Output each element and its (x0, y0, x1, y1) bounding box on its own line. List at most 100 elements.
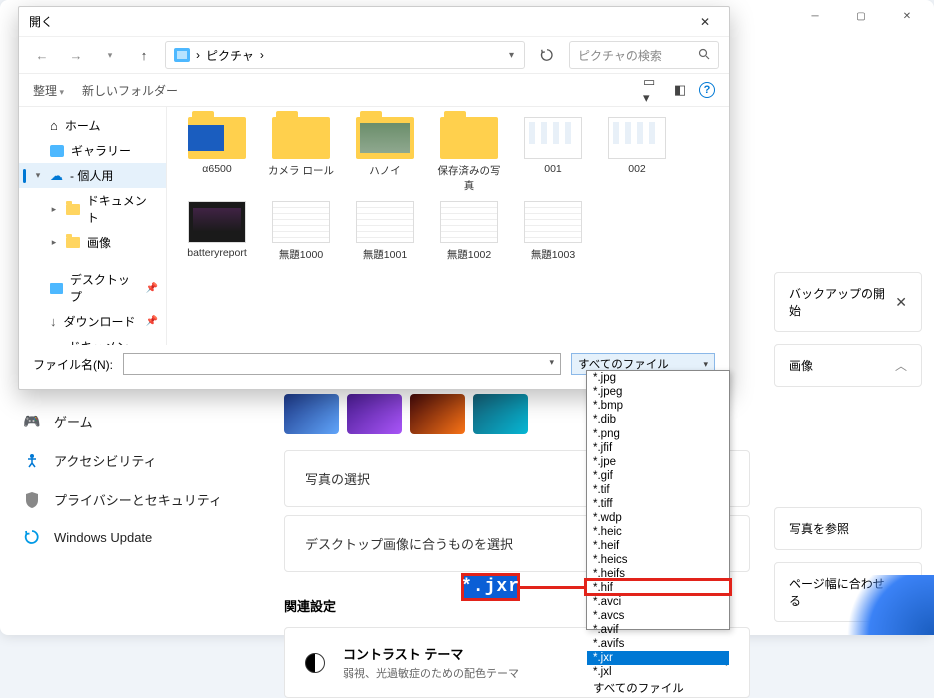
sidebar-item-gaming[interactable]: 🎮 ゲーム (12, 402, 248, 441)
sidebar-label: アクセシビリティ (54, 451, 157, 470)
preview-pane-button[interactable]: ◧ (671, 81, 689, 99)
expand-icon[interactable]: ▸ (49, 237, 59, 248)
collapse-icon[interactable]: ▾ (33, 170, 43, 181)
tree-gallery[interactable]: ギャラリー (19, 138, 166, 163)
sidebar-item-update[interactable]: Windows Update (12, 519, 248, 555)
home-icon: ⌂ (50, 118, 58, 133)
filetype-option[interactable]: *.jpeg (587, 385, 729, 399)
file-item[interactable]: α6500 (181, 117, 253, 193)
new-folder-button[interactable]: 新しいフォルダー (82, 82, 178, 99)
dialog-close-button[interactable]: ✕ (687, 9, 723, 35)
filetype-option[interactable]: *.jxr (587, 651, 729, 665)
file-item[interactable]: 002 (601, 117, 673, 193)
tree-documents2[interactable]: ドキュメント📌 (19, 334, 166, 345)
theme-thumb[interactable] (410, 394, 465, 434)
file-label: α6500 (202, 163, 231, 175)
close-icon[interactable]: ✕ (895, 294, 907, 311)
filetype-option[interactable]: *.wdp (587, 511, 729, 525)
filetype-option[interactable]: *.gif (587, 469, 729, 483)
filetype-option[interactable]: *.heic (587, 525, 729, 539)
file-thumbnail (188, 201, 246, 243)
file-item[interactable]: カメラ ロール (265, 117, 337, 193)
back-button[interactable]: ← (29, 42, 55, 68)
file-item[interactable]: batteryreport (181, 201, 253, 262)
folder-icon (356, 117, 414, 159)
file-label: 無題1000 (279, 247, 323, 262)
filetype-option[interactable]: *.jxl (587, 665, 729, 679)
settings-right-panel: バックアップの開始 ✕ 画像 ︿ 写真を参照 ページ幅に合わせる ﹀ (774, 32, 934, 635)
path-sep: › (260, 48, 264, 62)
folder-tree: ⌂ホーム ギャラリー ▾☁- 個人用 ▸ドキュメント ▸画像 デスクトップ📌 ↓… (19, 107, 167, 345)
tree-personal[interactable]: ▾☁- 個人用 (19, 163, 166, 188)
tree-downloads[interactable]: ↓ダウンロード📌 (19, 309, 166, 334)
file-open-dialog: 開く ✕ ← → ▾ ↑ › ピクチャ › ▾ ピクチャの検索 整理 新しいフォ… (18, 6, 730, 390)
browse-photo-row[interactable]: 写真を参照 (774, 507, 922, 550)
filetype-option[interactable]: *.avcs (587, 609, 729, 623)
image-combo-row[interactable]: 画像 ︿ (774, 344, 922, 387)
file-item[interactable]: 無題1000 (265, 201, 337, 262)
file-label: 無題1003 (531, 247, 575, 262)
filename-label: ファイル名(N): (33, 356, 113, 373)
filetype-option[interactable]: *.heics (587, 553, 729, 567)
file-item[interactable]: 保存済みの写真 (433, 117, 505, 193)
tree-desktop[interactable]: デスクトップ📌 (19, 267, 166, 309)
filetype-option[interactable]: *.heif (587, 539, 729, 553)
help-icon[interactable]: ? (699, 82, 715, 98)
filetype-option[interactable]: *.tif (587, 483, 729, 497)
tree-images[interactable]: ▸画像 (19, 230, 166, 255)
sidebar-item-privacy[interactable]: プライバシーとセキュリティ (12, 480, 248, 519)
search-icon (698, 48, 710, 63)
filetype-option[interactable]: *.heifs (587, 567, 729, 581)
minimize-button[interactable]: ─ (792, 0, 838, 32)
forward-button[interactable]: → (63, 42, 89, 68)
filetype-option[interactable]: *.tiff (587, 497, 729, 511)
filetype-option[interactable]: *.avifs (587, 637, 729, 651)
backup-start-row[interactable]: バックアップの開始 ✕ (774, 272, 922, 332)
file-item[interactable]: 無題1003 (517, 201, 589, 262)
expand-icon[interactable]: ▸ (49, 204, 59, 215)
file-item[interactable]: 無題1002 (433, 201, 505, 262)
theme-thumb[interactable] (347, 394, 402, 434)
search-input[interactable]: ピクチャの検索 (569, 41, 719, 69)
maximize-button[interactable]: ▢ (838, 0, 884, 32)
filetype-option[interactable]: *.png (587, 427, 729, 441)
filetype-dropdown-list[interactable]: *.jpg*.jpeg*.bmp*.dib*.png*.jfif*.jpe*.g… (586, 370, 730, 630)
path-dropdown-icon[interactable]: ▾ (503, 50, 520, 61)
folder-icon (440, 117, 498, 159)
tree-home[interactable]: ⌂ホーム (19, 113, 166, 138)
close-button[interactable]: ✕ (884, 0, 930, 32)
filetype-option[interactable]: *.bmp (587, 399, 729, 413)
file-label: カメラ ロール (268, 163, 334, 178)
theme-thumb[interactable] (284, 394, 339, 434)
sidebar-label: プライバシーとセキュリティ (54, 490, 222, 509)
file-item[interactable]: ハノイ (349, 117, 421, 193)
recent-dropdown-button[interactable]: ▾ (97, 42, 123, 68)
contrast-icon (305, 653, 325, 673)
tree-documents[interactable]: ▸ドキュメント (19, 188, 166, 230)
sidebar-item-accessibility[interactable]: アクセシビリティ (12, 441, 248, 480)
row-label: 画像 (789, 357, 813, 374)
path-segment[interactable]: ピクチャ (206, 47, 254, 64)
filetype-option[interactable]: *.avci (587, 595, 729, 609)
filetype-option[interactable]: すべてのファイル (587, 679, 729, 697)
theme-thumb[interactable] (473, 394, 528, 434)
filetype-option[interactable]: *.jfif (587, 441, 729, 455)
view-mode-button[interactable]: ▭ ▾ (643, 81, 661, 99)
file-label: 001 (544, 163, 562, 175)
up-button[interactable]: ↑ (131, 42, 157, 68)
file-item[interactable]: 無題1001 (349, 201, 421, 262)
filetype-option[interactable]: *.jpe (587, 455, 729, 469)
filetype-option[interactable]: *.jpg (587, 371, 729, 385)
filetype-option[interactable]: *.dib (587, 413, 729, 427)
dialog-title: 開く (29, 13, 53, 30)
address-bar[interactable]: › ピクチャ › ▾ (165, 41, 525, 69)
organize-menu[interactable]: 整理 (33, 82, 64, 99)
filetype-option[interactable]: *.hif (587, 581, 729, 595)
chevron-up-icon: ︿ (895, 357, 907, 374)
sidebar-label: Windows Update (54, 530, 152, 545)
desktop-icon (50, 283, 63, 294)
accessibility-icon (24, 453, 40, 469)
file-item[interactable]: 001 (517, 117, 589, 193)
refresh-button[interactable] (533, 41, 561, 69)
filename-input[interactable] (123, 353, 561, 375)
